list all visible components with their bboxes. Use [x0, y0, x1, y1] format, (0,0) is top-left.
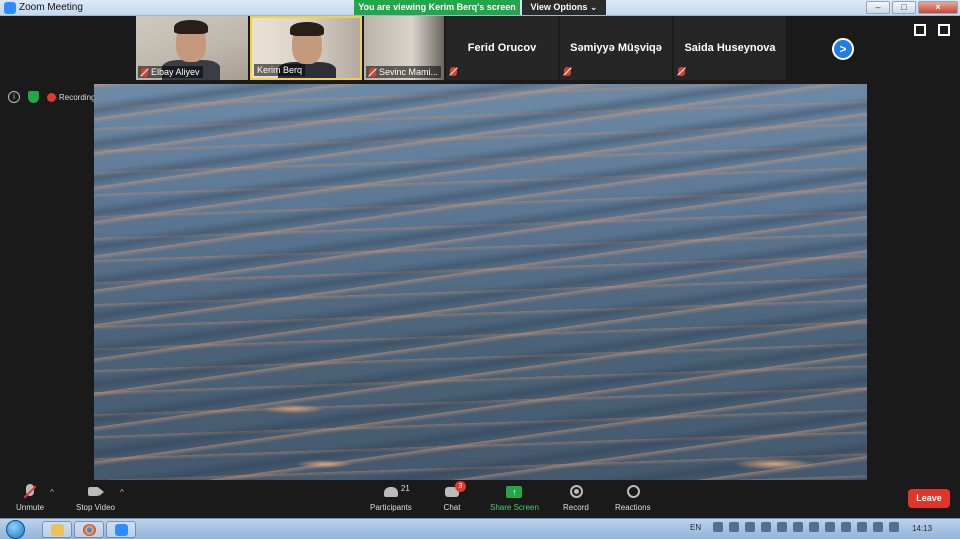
network-icon[interactable] [873, 522, 884, 532]
folder-icon [51, 524, 64, 536]
video-camera-icon [87, 484, 105, 500]
share-screen-icon: ↑ [505, 484, 523, 500]
participants-label: Participants [370, 503, 412, 512]
tray-app-icon[interactable] [841, 522, 852, 532]
video-person-hair [174, 20, 208, 34]
tray-app-icon[interactable] [793, 522, 804, 532]
chrome-icon [83, 524, 96, 536]
gallery-view-icon[interactable] [914, 24, 926, 36]
bluetooth-icon[interactable] [825, 522, 836, 532]
language-indicator[interactable]: EN [690, 523, 701, 532]
chat-button[interactable]: 3 Chat [443, 481, 466, 512]
meeting-toolbar: Unmute ^ Stop Video ^ 21 Participants 3 … [0, 480, 960, 518]
share-screen-label: Share Screen [490, 503, 539, 512]
volume-icon[interactable] [761, 522, 772, 532]
participants-button[interactable]: 21 Participants [370, 484, 412, 512]
reactions-icon [624, 484, 642, 500]
leave-button[interactable]: Leave [908, 489, 950, 508]
chat-icon: 3 [443, 481, 466, 500]
video-person-hair [290, 22, 324, 36]
recording-indicator: Recording [47, 92, 96, 102]
participants-icon: 21 [382, 484, 410, 500]
viewing-banner: You are viewing Kerim Berq's screen [354, 0, 520, 15]
security-shield-icon[interactable] [28, 91, 39, 103]
window-controls: – □ × [866, 1, 958, 14]
start-button-icon[interactable] [6, 520, 25, 539]
record-icon [567, 484, 585, 500]
battery-icon[interactable] [889, 522, 900, 532]
tray-app-icon[interactable] [777, 522, 788, 532]
reactions-button[interactable]: Reactions [615, 484, 651, 512]
audio-options-caret-icon[interactable]: ^ [50, 488, 54, 497]
participant-tile-kerim[interactable]: Kerim Berq [250, 16, 362, 80]
record-button[interactable]: Record [563, 484, 589, 512]
participant-name: Kerim Berq [257, 65, 303, 75]
participant-label: Kerim Berq [254, 64, 306, 76]
maximize-button[interactable]: □ [892, 1, 916, 14]
reactions-label: Reactions [615, 503, 651, 512]
system-tray: EN [690, 522, 900, 532]
minimize-button[interactable]: – [866, 1, 890, 14]
participant-strip: Elbay Aliyev Kerim Berq Sevinc Mami... F… [136, 16, 826, 82]
participant-tile-sevinc[interactable]: Sevinc Mami... [364, 16, 444, 80]
shared-screen-water-image [94, 84, 867, 480]
view-options-button[interactable]: View Options ⌄ [522, 0, 606, 15]
meeting-status: i Recording [8, 91, 95, 103]
recording-label: Recording [59, 92, 96, 102]
participant-name: Sevinc Mami... [379, 67, 439, 77]
participant-name: Elbay Aliyev [151, 67, 200, 77]
participants-count: 21 [400, 484, 410, 493]
muted-mic-icon [21, 484, 39, 500]
participant-name: Səmiyyə Müşviqə [570, 42, 662, 54]
chat-unread-badge: 3 [455, 481, 466, 492]
video-options-caret-icon[interactable]: ^ [120, 488, 124, 497]
windows-taskbar: EN 14:13 [0, 518, 960, 539]
chat-label: Chat [443, 503, 461, 512]
record-label: Record [563, 503, 589, 512]
taskbar-chrome[interactable] [74, 521, 104, 538]
next-participants-button[interactable]: > [832, 38, 854, 60]
participant-tile-saida[interactable]: Saida Huseynova [674, 16, 786, 80]
taskbar-zoom[interactable] [106, 521, 136, 538]
tray-app-icon[interactable] [729, 522, 740, 532]
participant-name: Ferid Orucov [467, 42, 537, 54]
muted-mic-icon [678, 67, 685, 76]
window-title: Zoom Meeting [19, 2, 83, 13]
zoom-app-icon [4, 2, 16, 14]
participant-label: Sevinc Mami... [366, 66, 442, 78]
unmute-label: Unmute [16, 503, 45, 512]
participant-label: Elbay Aliyev [138, 66, 203, 78]
recording-dot-icon [47, 92, 56, 102]
tray-app-icon[interactable] [857, 522, 868, 532]
unmute-button[interactable]: Unmute [16, 484, 44, 512]
muted-mic-icon [369, 67, 376, 77]
share-screen-button[interactable]: ↑ Share Screen [490, 484, 539, 512]
muted-mic-icon [141, 67, 148, 77]
taskbar-explorer[interactable] [42, 521, 72, 538]
fullscreen-icon[interactable] [938, 24, 950, 36]
taskbar-clock[interactable]: 14:13 [912, 524, 932, 533]
tray-app-icon[interactable] [745, 522, 756, 532]
zoom-icon [115, 524, 128, 536]
muted-mic-icon [564, 67, 571, 76]
participant-name: Saida Huseynova [684, 42, 776, 54]
participant-tile-semiyye[interactable]: Səmiyyə Müşviqə [560, 16, 672, 80]
participant-tile-elbay[interactable]: Elbay Aliyev [136, 16, 248, 80]
stop-video-label: Stop Video [76, 503, 115, 512]
view-toggle-icons [914, 24, 950, 36]
stop-video-button[interactable]: Stop Video [76, 484, 115, 512]
tray-app-icon[interactable] [809, 522, 820, 532]
tray-app-icon[interactable] [713, 522, 724, 532]
muted-mic-icon [450, 67, 457, 76]
info-icon[interactable]: i [8, 91, 20, 103]
participant-tile-ferid[interactable]: Ferid Orucov [446, 16, 558, 80]
close-button[interactable]: × [918, 1, 958, 14]
